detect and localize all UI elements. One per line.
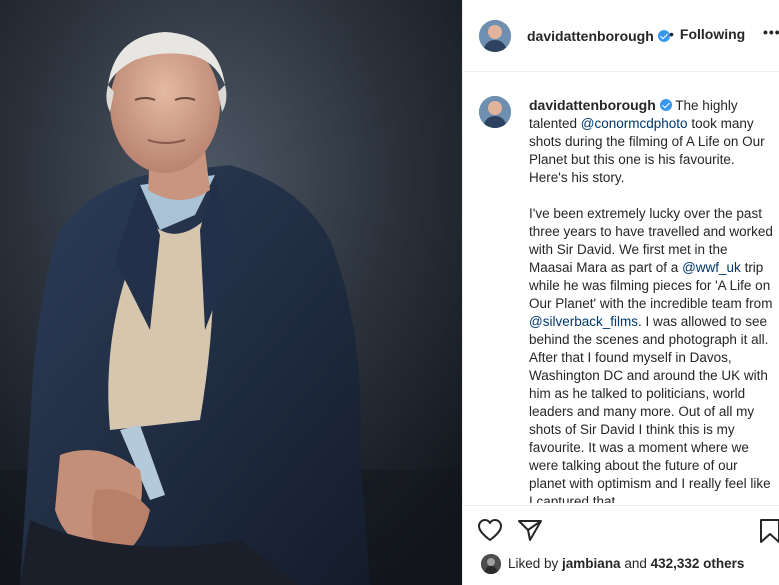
post-detail-panel: davidattenborough • Following ••• davidat… bbox=[462, 0, 779, 585]
separator-dot: • bbox=[669, 26, 674, 42]
caption-paragraph-1: davidattenborough The highly talented @c… bbox=[529, 96, 773, 187]
header-username[interactable]: davidattenborough bbox=[527, 28, 654, 44]
header-username-row: davidattenborough bbox=[527, 28, 670, 44]
post-header: davidattenborough • Following ••• bbox=[463, 0, 779, 72]
verified-badge-icon bbox=[659, 99, 672, 111]
bookmark-icon[interactable] bbox=[759, 518, 779, 544]
heart-icon[interactable] bbox=[477, 518, 503, 542]
likes-text: Liked by jambiana and 432,332 others bbox=[508, 556, 744, 571]
caption-text-part: . I was allowed to see behind the scenes… bbox=[529, 314, 771, 503]
post-actions: Liked by jambiana and 432,332 others bbox=[463, 505, 779, 585]
mention-link[interactable]: @wwf_uk bbox=[682, 260, 741, 275]
caption-paragraph-2: I've been extremely lucky over the past … bbox=[529, 205, 773, 503]
mention-link[interactable]: @silverback_films bbox=[529, 314, 638, 329]
avatar-image bbox=[479, 20, 511, 52]
more-options-icon[interactable]: ••• bbox=[763, 24, 779, 40]
post-photo[interactable] bbox=[0, 0, 462, 585]
paper-plane-icon[interactable] bbox=[517, 518, 543, 542]
portrait-image bbox=[0, 0, 462, 585]
following-label: Following bbox=[679, 26, 746, 42]
mention-link[interactable]: @conormcdphoto bbox=[581, 116, 688, 131]
caption-username[interactable]: davidattenborough bbox=[529, 97, 656, 113]
likes-middle: and bbox=[620, 556, 651, 571]
caption-text: davidattenborough The highly talented @c… bbox=[529, 96, 773, 503]
likes-count[interactable]: 432,332 others bbox=[651, 556, 745, 571]
caption-avatar[interactable] bbox=[479, 96, 511, 128]
following-button[interactable]: • Following bbox=[669, 26, 745, 42]
avatar-image bbox=[481, 554, 501, 574]
avatar-image bbox=[479, 96, 511, 128]
liker-username[interactable]: jambiana bbox=[562, 556, 621, 571]
verified-badge-icon bbox=[657, 30, 670, 42]
likes-prefix: Liked by bbox=[508, 556, 563, 571]
profile-avatar[interactable] bbox=[479, 20, 511, 52]
liker-avatar[interactable] bbox=[481, 554, 501, 574]
